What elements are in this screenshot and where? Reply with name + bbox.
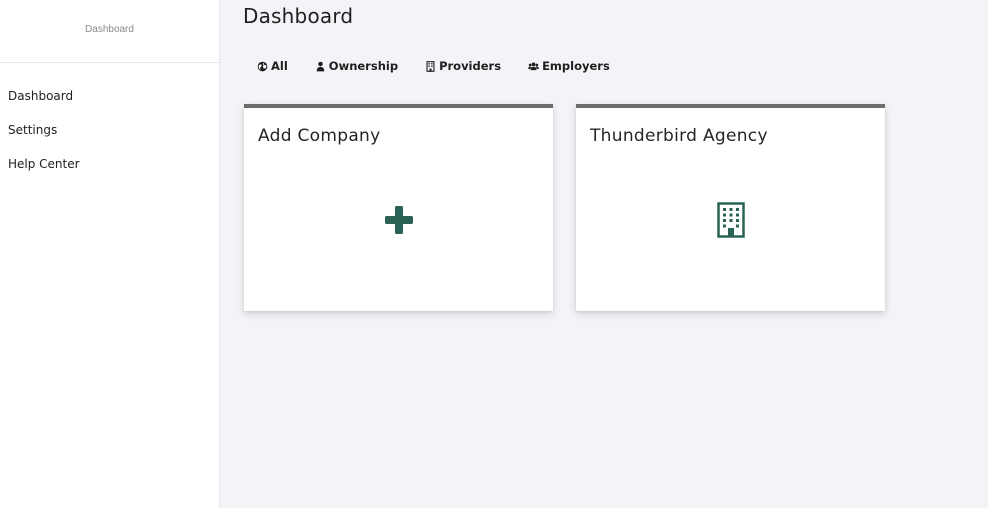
filter-employers-label: Employers [542,59,610,73]
filter-providers-label: Providers [439,59,502,73]
globe-icon [257,61,268,72]
sidebar-nav: Dashboard Settings Help Center [0,63,219,191]
filter-ownership-label: Ownership [328,59,399,73]
sidebar-brand[interactable]: Dashboard [0,0,219,63]
main-content: Dashboard All Ownership Providers Employ… [220,0,988,508]
sidebar-item-dashboard[interactable]: Dashboard [0,89,219,123]
add-company-card[interactable]: Add Company [244,104,553,311]
sidebar-item-help-center[interactable]: Help Center [0,157,219,191]
page-title: Dashboard [243,4,354,28]
sidebar-item-settings[interactable]: Settings [0,123,219,157]
plus-icon [384,205,414,235]
sidebar: Dashboard Dashboard Settings Help Center [0,0,220,508]
building-icon [716,202,745,238]
filter-tabs: All Ownership Providers Employers [257,59,637,73]
card-title: Add Company [258,126,381,146]
building-icon [425,60,436,72]
filter-employers[interactable]: Employers [528,59,610,73]
filter-all[interactable]: All [257,59,288,73]
company-card-thunderbird-agency[interactable]: Thunderbird Agency [576,104,885,311]
user-icon [315,61,326,72]
filter-all-label: All [271,59,288,73]
card-title: Thunderbird Agency [590,126,768,146]
filter-providers[interactable]: Providers [425,59,501,73]
users-icon [528,61,539,72]
filter-ownership[interactable]: Ownership [315,59,398,73]
